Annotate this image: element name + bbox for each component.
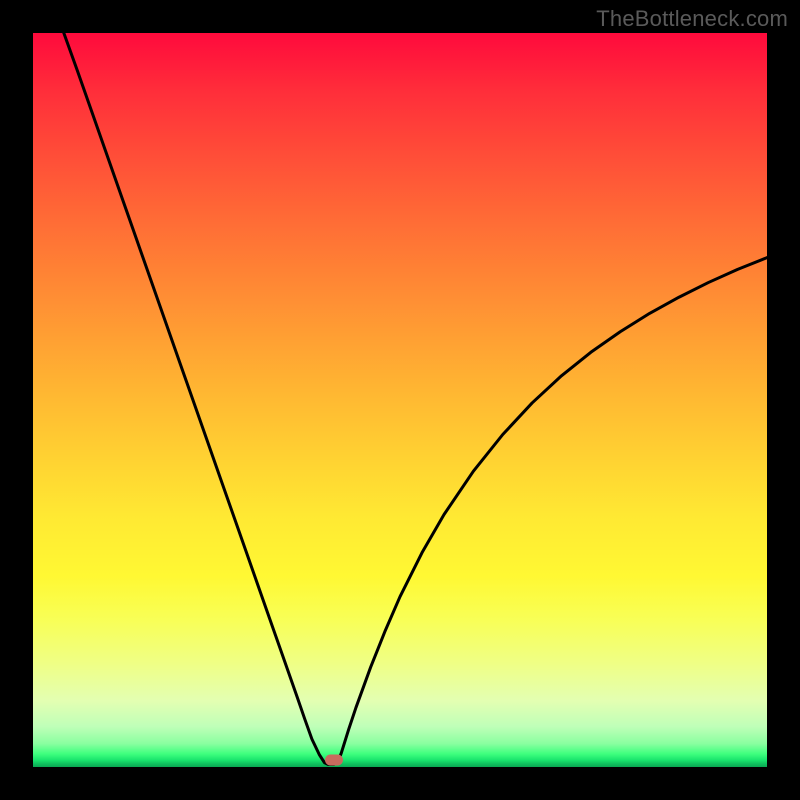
plot-area	[33, 33, 767, 767]
chart-frame: TheBottleneck.com	[0, 0, 800, 800]
curve-path	[64, 33, 767, 764]
watermark-text: TheBottleneck.com	[596, 6, 788, 32]
curve-svg	[33, 33, 767, 767]
min-marker	[325, 754, 343, 765]
